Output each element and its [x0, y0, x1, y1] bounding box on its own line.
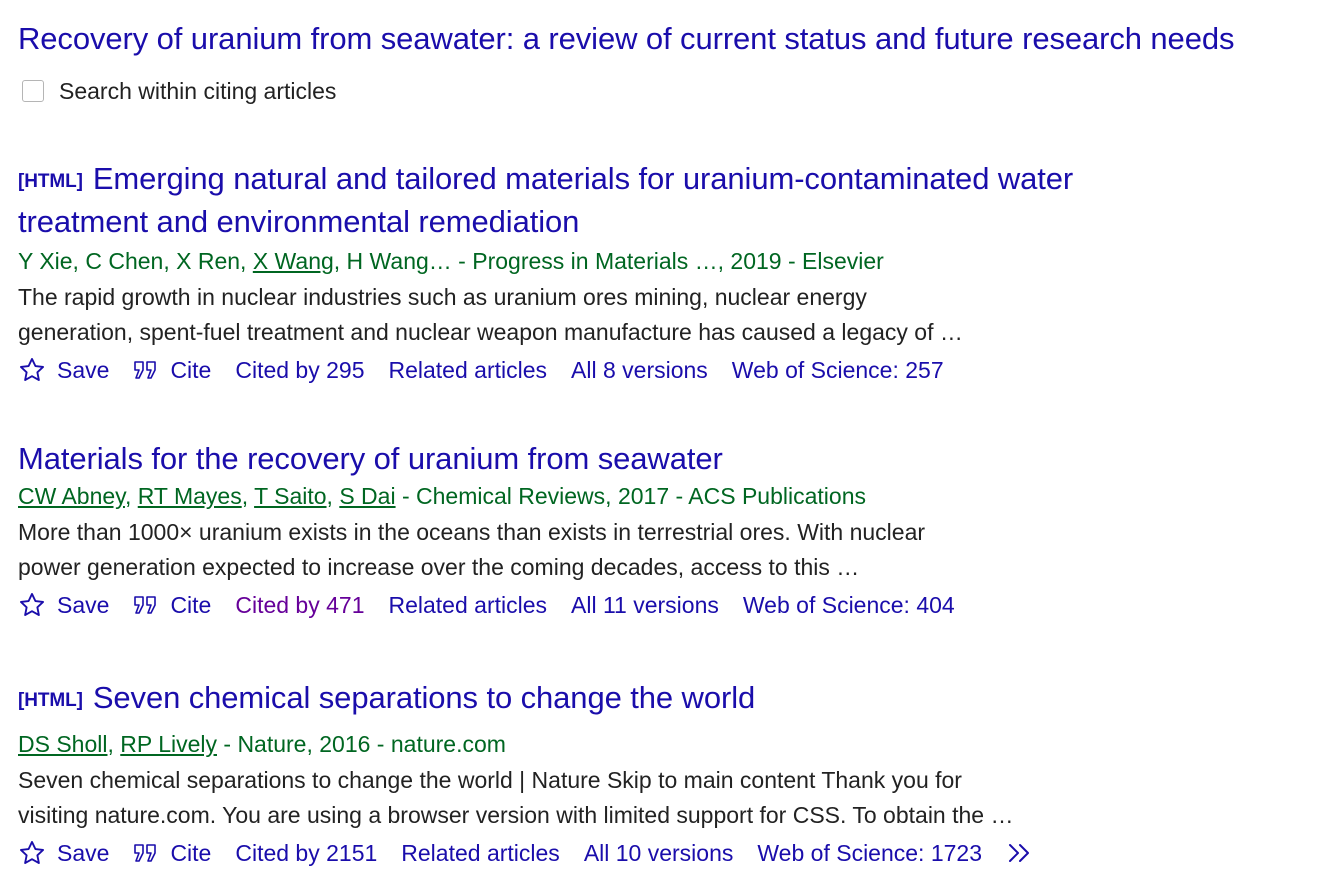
html-tag[interactable]: [HTML] [18, 690, 83, 711]
scholar-results-page: Recovery of uranium from seawater: a rev… [0, 0, 1324, 885]
snippet-line: generation, spent-fuel treatment and nuc… [18, 319, 963, 345]
result-title[interactable]: Materials for the recovery of uranium fr… [18, 439, 1198, 479]
related-articles-link[interactable]: Related articles [388, 351, 547, 389]
cited-by-link[interactable]: Cited by 295 [235, 351, 364, 389]
cite-label[interactable]: Cite [170, 351, 211, 389]
authors-source: - Nature, 2016 - nature.com [217, 731, 506, 757]
result-authors: Y Xie, C Chen, X Ren, X Wang, H Wang… - … [18, 244, 1198, 278]
quote-icon [133, 358, 159, 382]
save-label[interactable]: Save [57, 351, 109, 389]
author-link[interactable]: DS Sholl [18, 731, 107, 757]
author-separator: , [107, 731, 121, 757]
save-button[interactable]: Save [18, 586, 109, 624]
author-separator: , [241, 483, 255, 509]
all-versions-link[interactable]: All 10 versions [584, 834, 734, 872]
author-link[interactable]: X Wang [253, 248, 334, 274]
cited-article-title[interactable]: Recovery of uranium from seawater: a rev… [18, 19, 1234, 59]
all-versions-link[interactable]: All 8 versions [571, 351, 708, 389]
authors-text: Y Xie, C Chen, X Ren, [18, 248, 253, 274]
cite-label[interactable]: Cite [170, 586, 211, 624]
result-item: [HTML] Seven chemical separations to chan… [18, 678, 1198, 872]
quote-icon [133, 593, 159, 617]
save-label[interactable]: Save [57, 586, 109, 624]
search-within-checkbox[interactable] [22, 80, 44, 102]
result-item: [HTML] Emerging natural and tailored mate… [18, 159, 1198, 389]
author-link[interactable]: RP Lively [120, 731, 217, 757]
star-icon [18, 591, 46, 619]
result-snippet: More than 1000× uranium exists in the oc… [18, 515, 1198, 585]
star-icon [18, 839, 46, 867]
result-actions: Save Cite Cited by 2151 Related articles… [18, 834, 1198, 872]
snippet-line: visiting nature.com. You are using a bro… [18, 802, 1014, 828]
star-icon [18, 356, 46, 384]
save-button[interactable]: Save [18, 834, 109, 872]
result-title-line2[interactable]: treatment and environmental remediation [18, 204, 579, 239]
cite-label[interactable]: Cite [170, 834, 211, 872]
author-separator: , [124, 483, 138, 509]
web-of-science-link[interactable]: Web of Science: 1723 [757, 834, 982, 872]
result-title[interactable]: [HTML] Seven chemical separations to chan… [18, 678, 1198, 721]
author-link[interactable]: CW Abney [18, 483, 125, 509]
save-button[interactable]: Save [18, 351, 109, 389]
snippet-line: Seven chemical separations to change the… [18, 767, 962, 793]
result-actions: Save Cite Cited by 471 Related articles … [18, 586, 1198, 624]
result-authors: CW Abney, RT Mayes, T Saito, S Dai - Che… [18, 479, 1198, 513]
related-articles-link[interactable]: Related articles [401, 834, 560, 872]
cite-button[interactable]: Cite [133, 834, 211, 872]
web-of-science-link[interactable]: Web of Science: 404 [743, 586, 955, 624]
authors-source: - Chemical Reviews, 2017 - ACS Publicati… [395, 483, 866, 509]
double-chevron-right-icon[interactable] [1006, 841, 1036, 865]
cite-button[interactable]: Cite [133, 586, 211, 624]
snippet-line: The rapid growth in nuclear industries s… [18, 284, 867, 310]
snippet-line: More than 1000× uranium exists in the oc… [18, 519, 926, 545]
result-title-line1[interactable]: Emerging natural and tailored materials … [93, 161, 1073, 196]
author-link[interactable]: S Dai [339, 483, 395, 509]
related-articles-link[interactable]: Related articles [388, 586, 547, 624]
result-title[interactable]: [HTML] Emerging natural and tailored mate… [18, 159, 1198, 242]
search-within-option[interactable]: Search within citing articles [22, 76, 336, 106]
web-of-science-link[interactable]: Web of Science: 257 [732, 351, 944, 389]
result-actions: Save Cite Cited by 295 Related articles … [18, 351, 1198, 389]
author-separator: , [326, 483, 340, 509]
cited-by-link[interactable]: Cited by 471 [235, 586, 364, 624]
all-versions-link[interactable]: All 11 versions [571, 586, 719, 624]
author-link[interactable]: T Saito [254, 483, 326, 509]
result-authors: DS Sholl, RP Lively - Nature, 2016 - nat… [18, 727, 1198, 761]
quote-icon [133, 841, 159, 865]
search-within-label[interactable]: Search within citing articles [59, 78, 336, 105]
html-tag[interactable]: [HTML] [18, 171, 83, 192]
result-title-text[interactable]: Seven chemical separations to change the… [93, 680, 755, 715]
author-link[interactable]: RT Mayes [138, 483, 242, 509]
authors-source: , H Wang… - Progress in Materials …, 201… [333, 248, 884, 274]
cited-by-link[interactable]: Cited by 2151 [235, 834, 377, 872]
save-label[interactable]: Save [57, 834, 109, 872]
cite-button[interactable]: Cite [133, 351, 211, 389]
result-snippet: Seven chemical separations to change the… [18, 763, 1198, 833]
result-item: Materials for the recovery of uranium fr… [18, 439, 1198, 624]
snippet-line: power generation expected to increase ov… [18, 554, 860, 580]
result-snippet: The rapid growth in nuclear industries s… [18, 280, 1198, 350]
